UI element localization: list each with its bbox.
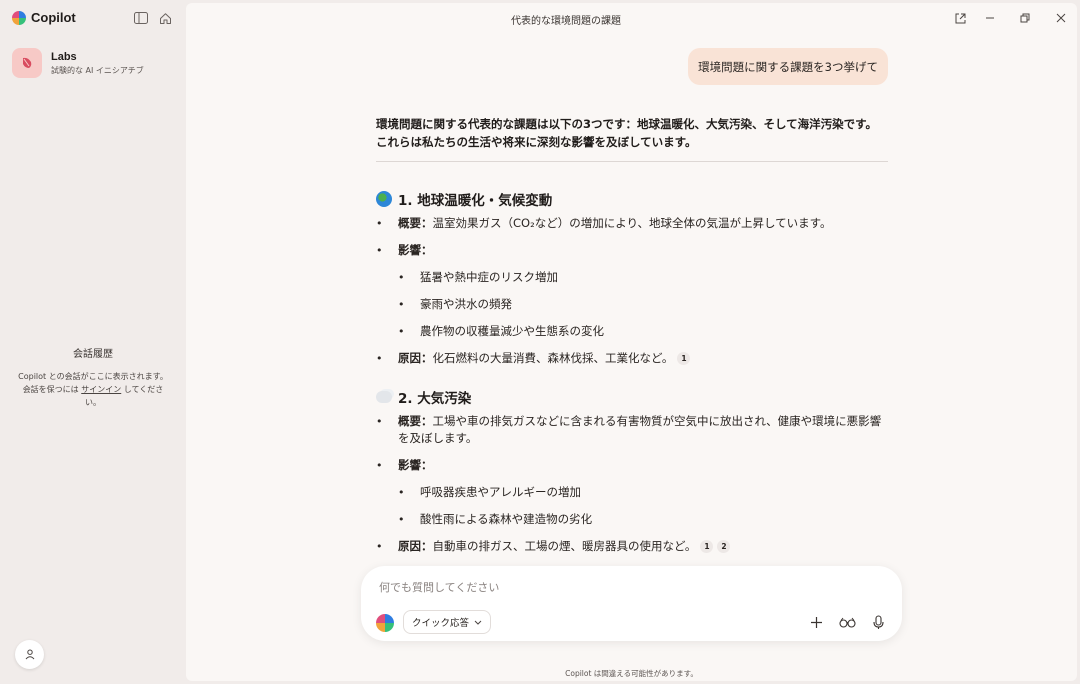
list-item: 原因：自動車の排ガス、工場の煙、暖房器具の使用など。12 <box>376 538 888 555</box>
cause-label: 原因： <box>398 539 433 553</box>
list-item: 影響： <box>376 242 888 259</box>
list-item: 影響： <box>376 457 888 474</box>
impact-label: 影響： <box>398 458 433 472</box>
divider <box>376 161 888 162</box>
impact-label: 影響： <box>398 243 433 257</box>
home-icon[interactable] <box>156 9 174 27</box>
response-intro: 環境問題に関する代表的な課題は以下の3つです：地球温暖化、大気汚染、そして海洋汚… <box>376 117 878 149</box>
microphone-icon[interactable] <box>869 613 887 631</box>
window-title: 代表的な環境問題の課題 <box>511 16 621 27</box>
user-message: 環境問題に関する課題を3つ挙げて <box>688 48 888 85</box>
assistant-response: 環境問題に関する代表的な課題は以下の3つです：地球温暖化、大気汚染、そして海洋汚… <box>376 115 888 555</box>
copilot-icon[interactable] <box>376 614 394 632</box>
toggle-sidebar-icon[interactable] <box>132 9 150 27</box>
user-icon <box>25 649 34 660</box>
history-title: 会話履歴 <box>73 349 113 360</box>
close-icon[interactable] <box>1053 10 1069 26</box>
app-name: Copilot <box>31 10 76 25</box>
overview-label: 概要： <box>398 414 433 428</box>
cause-text: 化石燃料の大量消費、森林伐採、工業化など。 <box>432 351 674 365</box>
sub-list-item: 酸性雨による森林や建造物の劣化 <box>376 511 888 528</box>
citation-badge[interactable]: 1 <box>677 352 691 365</box>
response-mode-select[interactable]: クイック応答 <box>403 610 492 634</box>
minimize-icon[interactable] <box>982 10 998 26</box>
section-heading-text: 2. 大気汚染 <box>398 391 472 407</box>
copilot-logo-icon <box>12 10 26 25</box>
main-panel: 代表的な環境問題の課題 環境問題に関する課題を3つ挙げて 環境問題に関する代表的… <box>186 3 1077 681</box>
restore-icon[interactable] <box>1017 10 1033 26</box>
citation-badge[interactable]: 1 <box>700 540 714 553</box>
cause-text: 自動車の排ガス、工場の煙、暖房器具の使用など。 <box>432 539 697 553</box>
plus-icon[interactable] <box>807 613 825 631</box>
sub-list-item: 猛暑や熱中症のリスク増加 <box>376 269 888 286</box>
account-button[interactable] <box>15 640 44 669</box>
response-mode-label: クイック応答 <box>412 618 470 629</box>
sub-list-item: 呼吸器疾患やアレルギーの増加 <box>376 484 888 501</box>
copilot-logo[interactable]: Copilot <box>12 10 76 25</box>
disclaimer: Copilot は間違える可能性があります。 <box>565 669 698 678</box>
cloud-icon <box>376 391 392 403</box>
message-input[interactable] <box>379 577 879 597</box>
list-item: 概要：温室効果ガス（CO₂など）の増加により、地球全体の気温が上昇しています。 <box>376 215 888 232</box>
cause-label: 原因： <box>398 351 433 365</box>
popout-icon[interactable] <box>952 10 968 26</box>
history-description: Copilot との会話がここに表示されます。会話を保つには サインイン してく… <box>16 370 170 409</box>
chevron-down-icon <box>474 620 482 625</box>
overview-label: 概要： <box>398 216 433 230</box>
globe-icon <box>376 191 392 207</box>
section-heading: 2. 大気汚染 <box>376 387 888 407</box>
sidebar: Copilot Labs 試験的な AI イニシアチブ 会話履歴 Copilot… <box>0 0 186 684</box>
citation-badge[interactable]: 2 <box>717 540 731 553</box>
labs-icon <box>12 48 42 78</box>
sub-list-item: 農作物の収穫量減少や生態系の変化 <box>376 323 888 340</box>
list-item: 原因：化石燃料の大量消費、森林伐採、工業化など。1 <box>376 350 888 367</box>
sub-list-item: 豪雨や洪水の頻発 <box>376 296 888 313</box>
glasses-icon[interactable] <box>838 613 856 631</box>
section-heading: 1. 地球温暖化・気候変動 <box>376 189 888 209</box>
sign-in-link[interactable]: サインイン <box>81 385 121 394</box>
labs-subtitle: 試験的な AI イニシアチブ <box>51 65 144 75</box>
overview-text: 工場や車の排気ガスなどに含まれる有害物質が空気中に放出され、健康や環境に悪影響を… <box>398 414 882 445</box>
section-heading-text: 1. 地球温暖化・気候変動 <box>398 193 553 209</box>
labs-title: Labs <box>51 50 77 63</box>
composer: クイック応答 <box>361 566 902 641</box>
labs-item[interactable]: Labs 試験的な AI イニシアチブ <box>12 48 144 78</box>
overview-text: 温室効果ガス（CO₂など）の増加により、地球全体の気温が上昇しています。 <box>432 216 832 230</box>
list-item: 概要：工場や車の排気ガスなどに含まれる有害物質が空気中に放出され、健康や環境に悪… <box>376 413 888 447</box>
